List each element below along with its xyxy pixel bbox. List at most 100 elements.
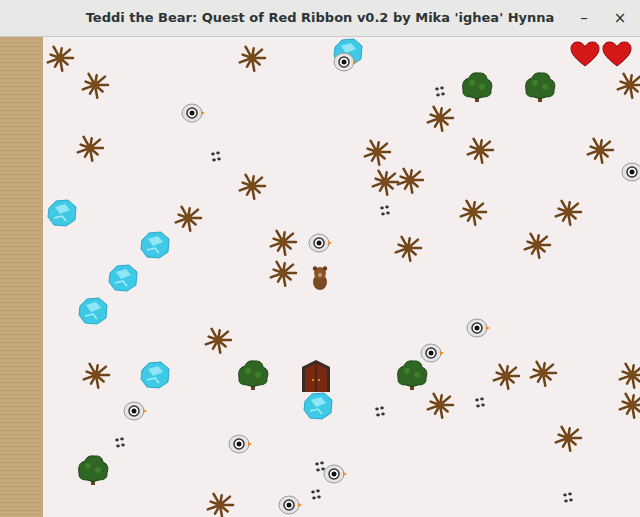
bush-icon	[75, 453, 111, 487]
heart-icon	[602, 41, 632, 67]
critter-icon	[122, 400, 148, 422]
dead-tree-icon	[45, 43, 75, 73]
door-icon[interactable]	[300, 359, 332, 393]
tracks	[113, 437, 127, 449]
critter	[620, 161, 640, 183]
window-title: Teddi the Bear: Quest of Red Ribbon v0.2…	[86, 8, 555, 28]
game-field[interactable]	[0, 37, 640, 517]
critter	[322, 463, 348, 485]
dead-tree-icon	[268, 227, 298, 257]
ice-block-icon	[107, 263, 139, 293]
close-button[interactable]: ×	[608, 7, 632, 31]
dead-tree-icon	[615, 70, 640, 100]
dead-tree-icon	[585, 135, 615, 165]
heart-icon	[570, 41, 600, 67]
tracks	[309, 489, 323, 501]
tracks-icon	[473, 397, 487, 409]
sand-strip	[0, 37, 43, 517]
dead-tree-icon	[203, 325, 233, 355]
dead-tree-icon	[491, 361, 521, 391]
dead-tree	[617, 390, 640, 420]
dead-tree-icon	[617, 390, 640, 420]
bear	[310, 265, 330, 291]
tracks-icon	[561, 492, 575, 504]
ice	[77, 296, 109, 326]
tracks	[313, 461, 327, 473]
door	[300, 359, 332, 393]
critter	[227, 433, 253, 455]
tracks-icon	[113, 437, 127, 449]
bear-icon[interactable]	[310, 265, 330, 291]
critter-icon	[465, 317, 491, 339]
bush-icon	[394, 358, 430, 392]
dead-tree	[465, 135, 495, 165]
ice-block-icon	[139, 230, 171, 260]
ice	[139, 360, 171, 390]
critter-icon	[620, 161, 640, 183]
critter-icon	[322, 463, 348, 485]
critter	[419, 342, 445, 364]
critter	[465, 317, 491, 339]
bush	[75, 453, 111, 487]
dead-tree-icon	[425, 103, 455, 133]
dead-tree-icon	[362, 137, 392, 167]
dead-tree	[395, 165, 425, 195]
dead-tree	[45, 43, 75, 73]
bush	[459, 70, 495, 104]
ice	[107, 263, 139, 293]
dead-tree	[80, 70, 110, 100]
minimize-button[interactable]: –	[572, 7, 596, 31]
critter-icon	[419, 342, 445, 364]
dead-tree-icon	[395, 165, 425, 195]
bush	[394, 358, 430, 392]
dead-tree	[268, 258, 298, 288]
bush	[522, 70, 558, 104]
ice-block-icon	[302, 391, 334, 421]
dead-tree-icon	[205, 490, 235, 517]
tracks	[433, 86, 447, 98]
dead-tree-icon	[268, 258, 298, 288]
critter	[277, 494, 303, 516]
dead-tree	[81, 360, 111, 390]
critter-icon	[332, 51, 358, 73]
critter-icon	[227, 433, 253, 455]
dead-tree-icon	[370, 167, 400, 197]
critter-icon	[277, 494, 303, 516]
dead-tree-icon	[75, 133, 105, 163]
dead-tree-icon	[393, 233, 423, 263]
dead-tree	[173, 203, 203, 233]
dead-tree	[425, 390, 455, 420]
dead-tree	[458, 197, 488, 227]
dead-tree	[268, 227, 298, 257]
tracks-icon	[209, 151, 223, 163]
dead-tree-icon	[553, 197, 583, 227]
tracks	[473, 397, 487, 409]
critter-icon	[180, 102, 206, 124]
dead-tree	[553, 197, 583, 227]
bush	[235, 358, 271, 392]
tracks	[209, 151, 223, 163]
dead-tree-icon	[528, 358, 558, 388]
tracks-icon	[313, 461, 327, 473]
dead-tree	[362, 137, 392, 167]
dead-tree-icon	[465, 135, 495, 165]
ice-block-icon	[46, 198, 78, 228]
dead-tree-icon	[173, 203, 203, 233]
hearts	[570, 41, 632, 67]
bush-icon	[235, 358, 271, 392]
title-bar[interactable]: Teddi the Bear: Quest of Red Ribbon v0.2…	[0, 0, 640, 37]
dead-tree	[393, 233, 423, 263]
ice-block-icon	[139, 360, 171, 390]
dead-tree-icon	[81, 360, 111, 390]
dead-tree	[203, 325, 233, 355]
critter	[122, 400, 148, 422]
dead-tree	[615, 70, 640, 100]
dead-tree	[237, 171, 267, 201]
dead-tree-icon	[80, 70, 110, 100]
dead-tree-icon	[458, 197, 488, 227]
tracks-icon	[373, 406, 387, 418]
tracks	[378, 205, 392, 217]
tracks-icon	[433, 86, 447, 98]
critter	[307, 232, 333, 254]
ice	[302, 391, 334, 421]
